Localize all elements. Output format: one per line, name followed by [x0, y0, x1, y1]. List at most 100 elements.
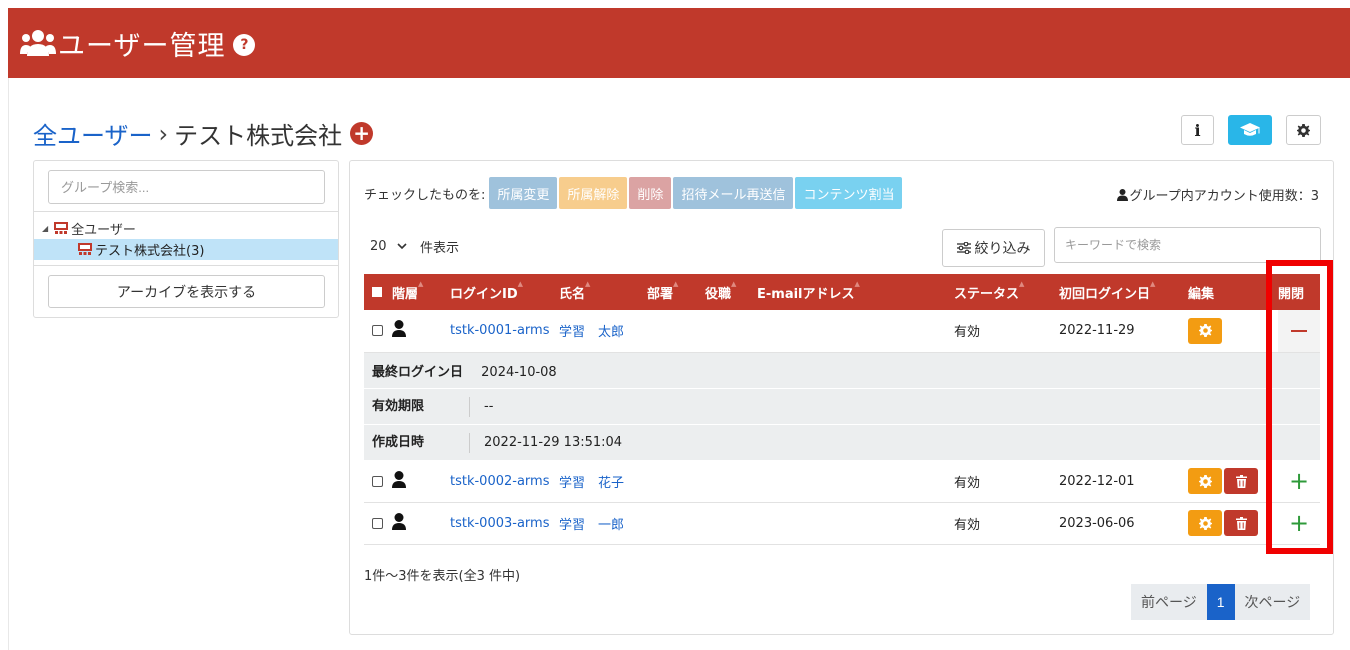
gear-icon [1198, 474, 1212, 488]
filter-label: 絞り込み [974, 240, 1031, 256]
help-icon[interactable]: ? [233, 34, 256, 56]
change-group-button[interactable]: 所属変更 [489, 177, 558, 209]
user-name-link[interactable]: 学習 一郎 [559, 518, 624, 533]
breadcrumb-root-link[interactable]: 全ユーザー [33, 116, 153, 151]
sort-icon: ▲ [1150, 280, 1156, 288]
select-all-cell [364, 274, 392, 310]
table-row: tstk-0001-arms 学習 太郎 有効 2022-11-29 [364, 310, 1320, 352]
per-page-control: 20 件表示 [364, 231, 459, 261]
tree-item-all-users[interactable]: ◢ 全ユーザー [42, 219, 136, 238]
highlight-box [1266, 260, 1333, 554]
login-id-link[interactable]: tstk-0001-arms [450, 323, 549, 338]
prev-page-button[interactable]: 前ページ [1131, 584, 1207, 620]
sort-icon: ▲ [418, 280, 424, 288]
row-checkbox[interactable] [372, 517, 383, 529]
info-icon: i [1194, 120, 1201, 140]
col-edit: 編集 [1188, 286, 1215, 302]
next-page-button[interactable]: 次ページ [1234, 584, 1311, 620]
gear-icon [1198, 324, 1212, 338]
tree-item-test-company[interactable]: テスト株式会社(3) [34, 239, 338, 260]
detail-label: 作成日時 [372, 435, 425, 451]
col-status[interactable]: ステータス ▲ [954, 274, 1059, 310]
bulk-action-label: チェックしたものを: [364, 187, 486, 203]
first-login-cell: 2023-06-06 [1059, 515, 1135, 531]
assign-content-button[interactable]: コンテンツ割当 [795, 177, 903, 209]
login-id-link[interactable]: tstk-0003-arms [450, 516, 549, 531]
detail-row: 有効期限 -- [364, 388, 1320, 424]
user-name-link[interactable]: 学習 花子 [559, 476, 624, 491]
table-row: tstk-0003-arms 学習 一郎 有効 2023-06-06 + [364, 502, 1320, 544]
detail-label: 最終ログイン日 [372, 364, 464, 380]
first-login-cell: 2022-12-01 [1059, 473, 1135, 489]
row-checkbox[interactable] [372, 325, 383, 337]
row-checkbox[interactable] [372, 475, 383, 487]
table-header: 階層 ▲ ログインID ▲ 氏名 ▲ 部署 ▲ 役職 ▲ E-mailアドレス ▲ ステータ… [364, 274, 1320, 310]
chevron-down-icon [396, 242, 407, 249]
graduation-cap-button[interactable] [1228, 115, 1272, 145]
remove-from-group-button[interactable]: 所属解除 [559, 177, 628, 209]
page-1-button[interactable]: 1 [1206, 584, 1235, 620]
info-button[interactable]: i [1181, 115, 1214, 145]
select-all-checkbox[interactable] [372, 287, 382, 297]
sort-icon: ▲ [854, 280, 860, 288]
col-position[interactable]: 役職 ▲ [705, 274, 757, 310]
col-email[interactable]: E-mailアドレス ▲ [757, 274, 954, 310]
add-group-button[interactable]: + [350, 122, 374, 145]
status-cell: 有効 [954, 517, 981, 533]
filter-button[interactable]: 絞り込み [942, 229, 1045, 267]
group-sidebar: ◢ 全ユーザー テスト株式会社(3) アーカイブを表示する [33, 160, 339, 318]
gear-icon [1198, 516, 1212, 530]
graduation-cap-icon [1240, 123, 1260, 136]
sliders-icon [956, 242, 971, 254]
col-first-login[interactable]: 初回ログイン日 ▲ [1059, 274, 1188, 310]
group-search-input[interactable] [48, 170, 325, 204]
detail-value: -- [484, 399, 494, 415]
delete-button[interactable]: 削除 [629, 177, 672, 209]
detail-row: 最終ログイン日 2024-10-08 [364, 352, 1320, 388]
col-department[interactable]: 部署 ▲ [647, 274, 705, 310]
col-login-id[interactable]: ログインID ▲ [450, 274, 559, 310]
col-name[interactable]: 氏名 ▲ [559, 274, 647, 310]
edit-button[interactable] [1188, 317, 1222, 344]
detail-label: 有効期限 [372, 399, 425, 415]
person-icon [392, 512, 406, 530]
user-table: 階層 ▲ ログインID ▲ 氏名 ▲ 部署 ▲ 役職 ▲ E-mailアドレス ▲ ステータ… [364, 274, 1320, 545]
login-id-link[interactable]: tstk-0002-arms [450, 474, 549, 489]
table-row: tstk-0002-arms 学習 花子 有効 2022-12-01 + [364, 460, 1320, 502]
breadcrumb-current: テスト株式会社 [174, 122, 343, 150]
page-divider [8, 78, 9, 650]
divider [34, 211, 338, 212]
collapse-caret-icon[interactable]: ◢ [42, 224, 48, 233]
gear-icon [1297, 123, 1310, 137]
trash-icon [1235, 474, 1247, 488]
first-login-cell: 2022-11-29 [1059, 323, 1135, 339]
user-name-link[interactable]: 学習 太郎 [559, 325, 624, 340]
person-icon [392, 320, 406, 338]
col-hierarchy[interactable]: 階層 ▲ [392, 274, 450, 310]
delete-user-button[interactable] [1224, 510, 1258, 536]
keyword-search-input[interactable] [1054, 227, 1321, 263]
account-usage: グループ内アカウント使用数：3 [1116, 185, 1319, 204]
show-archive-button[interactable]: アーカイブを表示する [48, 275, 325, 308]
person-icon [392, 470, 406, 488]
sort-icon: ▲ [585, 280, 591, 288]
user-list-panel: チェックしたものを: 所属変更 所属解除 削除 招待メール再送信 コンテンツ割当… [349, 160, 1334, 635]
breadcrumb: 全ユーザー › テスト株式会社 + [33, 116, 374, 151]
edit-button[interactable] [1188, 468, 1222, 494]
sort-icon: ▲ [673, 280, 679, 288]
delete-user-button[interactable] [1224, 468, 1258, 494]
per-page-suffix: 件表示 [420, 240, 460, 256]
per-page-select[interactable]: 20 [364, 231, 420, 261]
per-page-value: 20 [370, 238, 387, 254]
edit-button[interactable] [1188, 510, 1222, 536]
detail-row: 作成日時 2022-11-29 13:51:04 [364, 424, 1320, 460]
trash-icon [1235, 516, 1247, 530]
sort-icon: ▲ [1019, 280, 1025, 288]
settings-button[interactable] [1286, 115, 1321, 145]
detail-value: 2024-10-08 [481, 364, 557, 380]
tree-item-label: テスト株式会社(3) [95, 244, 205, 259]
resend-invite-button[interactable]: 招待メール再送信 [673, 177, 794, 209]
divider [34, 265, 338, 266]
person-icon [1116, 188, 1128, 201]
result-summary: 1件～3件を表示(全3 件中) [364, 569, 521, 584]
